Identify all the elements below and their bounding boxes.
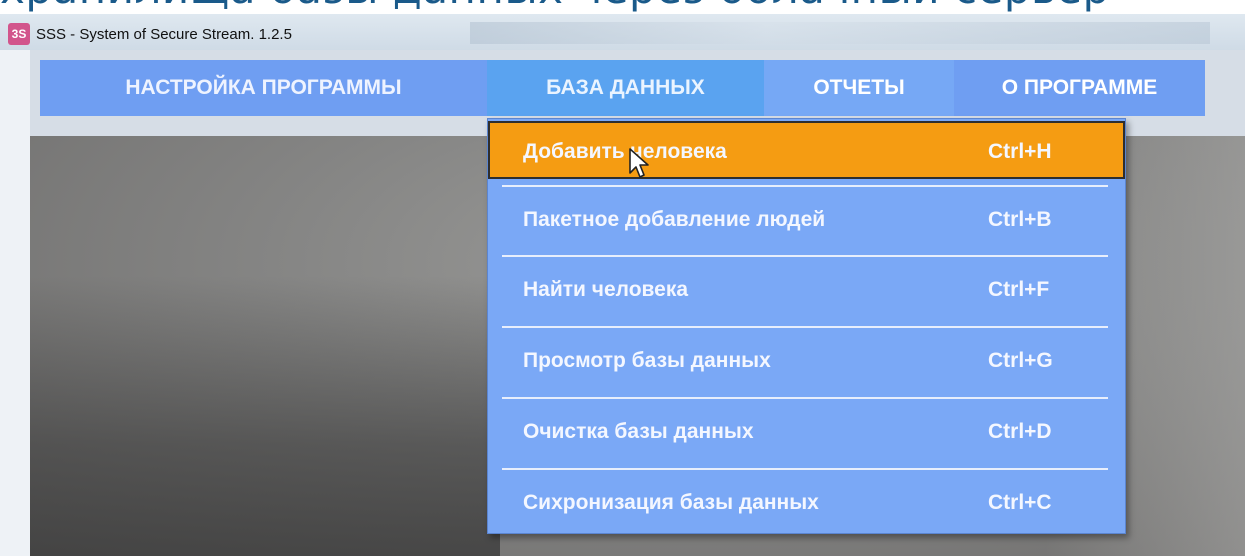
menu-item-clear-database[interactable]: Очистка базы данных Ctrl+D — [488, 403, 1125, 461]
app-logo-icon: 3S — [8, 23, 30, 45]
menu-program-settings[interactable]: НАСТРОЙКА ПРОГРАММЫ — [40, 60, 487, 116]
menu-item-label: Добавить человека — [523, 140, 727, 163]
menu-item-batch-add-people[interactable]: Пакетное добавление людей Ctrl+B — [488, 191, 1125, 249]
menu-separator — [502, 468, 1108, 470]
title-bar: 3S SSS - System of Secure Stream. 1.2.5 — [0, 14, 1245, 50]
menu-item-add-person[interactable]: Добавить человека Ctrl+H — [488, 121, 1125, 179]
menu-about[interactable]: О ПРОГРАММЕ — [954, 60, 1205, 116]
menu-item-label: Найти человека — [523, 278, 689, 301]
menu-item-label: Сихронизация базы данных — [523, 491, 819, 514]
menu-item-shortcut: Ctrl+G — [988, 349, 1053, 372]
menu-separator — [502, 326, 1108, 328]
title-bar-background — [470, 22, 1210, 44]
menu-item-shortcut: Ctrl+H — [988, 140, 1052, 163]
menu-item-label: Просмотр базы данных — [523, 349, 771, 372]
screenshot-frame: хранилища базы данных через облачный сер… — [0, 0, 1245, 556]
menu-item-shortcut: Ctrl+F — [988, 278, 1050, 301]
menu-item-shortcut: Ctrl+D — [988, 420, 1052, 443]
window-title: SSS - System of Secure Stream. 1.2.5 — [36, 26, 292, 43]
menu-item-sync-database[interactable]: Сихронизация базы данных Ctrl+C — [488, 474, 1125, 532]
menu-item-shortcut: Ctrl+B — [988, 208, 1052, 231]
menu-item-shortcut: Ctrl+C — [988, 491, 1052, 514]
menu-separator — [502, 185, 1108, 187]
mouse-pointer-icon — [629, 148, 649, 178]
menu-item-label: Очистка базы данных — [523, 420, 754, 443]
menu-separator — [502, 255, 1108, 257]
menu-separator — [502, 397, 1108, 399]
menu-reports[interactable]: ОТЧЕТЫ — [764, 60, 954, 116]
menu-item-label: Пакетное добавление людей — [523, 208, 826, 231]
menu-item-find-person[interactable]: Найти человека Ctrl+F — [488, 261, 1125, 319]
database-dropdown-menu: Добавить человека Ctrl+H Пакетное добавл… — [487, 118, 1126, 534]
menu-item-view-database[interactable]: Просмотр базы данных Ctrl+G — [488, 332, 1125, 390]
main-menu-bar: НАСТРОЙКА ПРОГРАММЫ БАЗА ДАННЫХ ОТЧЕТЫ О… — [40, 60, 1205, 116]
video-shadow-region — [30, 276, 500, 556]
menu-database[interactable]: БАЗА ДАННЫХ — [487, 60, 764, 116]
slide-caption: хранилища базы данных через облачный сер… — [0, 0, 1245, 13]
window-left-border — [0, 50, 30, 556]
